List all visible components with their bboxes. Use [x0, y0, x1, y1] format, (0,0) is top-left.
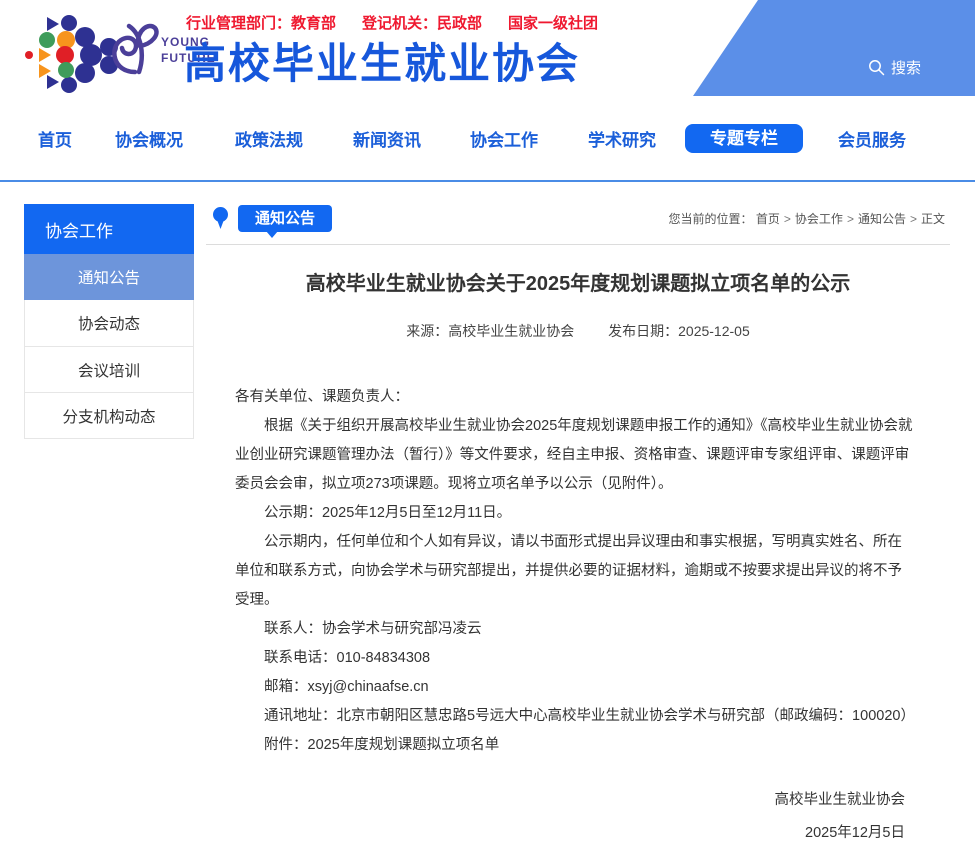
site-brand-title: 高校毕业生就业协会: [184, 30, 580, 91]
search-label: 搜索: [891, 57, 921, 78]
sidebar-title: 协会工作: [24, 204, 194, 254]
main-content: 通知公告 您当前的位置： 首页 > 协会工作 > 通知公告 > 正文 高校毕业生就业协会关于…: [206, 204, 950, 843]
breadcrumb: 您当前的位置： 首页 > 协会工作 > 通知公告 > 正文: [669, 210, 945, 227]
nav-item-about[interactable]: 协会概况: [115, 126, 183, 151]
article-paragraph: 根据《关于组织开展高校毕业生就业协会2025年度规划课题申报工作的通知》《高校毕…: [235, 412, 916, 499]
article-meta: 来源：高校毕业生就业协会 发布日期：2025-12-05: [206, 321, 950, 341]
nav-item-policy[interactable]: 政策法规: [235, 126, 303, 151]
nav-item-special-columns-active[interactable]: 专题专栏: [685, 124, 803, 153]
breadcrumb-prefix: 您当前的位置：: [669, 212, 753, 226]
nav-item-association-work[interactable]: 协会工作: [470, 126, 538, 151]
article-paragraph-email: 邮箱：xsyj@chinaafse.cn: [235, 673, 916, 702]
sidebar-item-meetings-training[interactable]: 会议培训: [25, 346, 193, 392]
breadcrumb-notices[interactable]: 通知公告: [858, 212, 906, 226]
breadcrumb-separator: >: [910, 212, 917, 226]
nav-item-news[interactable]: 新闻资讯: [353, 126, 421, 151]
article-paragraph-address: 通讯地址：北京市朝阳区慧忠路5号远大中心高校毕业生就业协会学术与研究部（邮政编码…: [235, 702, 916, 731]
article-paragraph: 公示期：2025年12月5日至12月11日。: [235, 499, 916, 528]
signature-date: 2025年12月5日: [206, 823, 905, 843]
article-paragraph-contact: 联系人：协会学术与研究部冯凌云: [235, 615, 916, 644]
article-paragraph-attachment: 附件：2025年度规划课题拟立项名单: [235, 731, 916, 760]
sidebar-item-branch-updates[interactable]: 分支机构动态: [25, 392, 193, 438]
sidebar-item-notices[interactable]: 通知公告: [24, 254, 194, 300]
sidebar-item-association-news[interactable]: 协会动态: [25, 300, 193, 346]
header-blue-banner: 搜索: [650, 0, 975, 96]
article-paragraph: 各有关单位、课题负责人：: [235, 383, 916, 412]
section-header-row: 通知公告 您当前的位置： 首页 > 协会工作 > 通知公告 > 正文: [206, 204, 950, 232]
page-layout: 协会工作 通知公告 协会动态 会议培训 分支机构动态 通知公告 您当前的位置： …: [0, 204, 975, 843]
article-body: 各有关单位、课题负责人： 根据《关于组织开展高校毕业生就业协会2025年度规划课…: [206, 383, 950, 760]
sidebar: 协会工作 通知公告 协会动态 会议培训 分支机构动态: [24, 204, 194, 439]
main-nav: 首页 协会概况 政策法规 新闻资讯 协会工作 学术研究 专题专栏 会员服务: [0, 96, 975, 182]
article-title: 高校毕业生就业协会关于2025年度规划课题拟立项名单的公示: [206, 269, 950, 299]
sidebar-list: 协会动态 会议培训 分支机构动态: [24, 300, 194, 439]
signature-org: 高校毕业生就业协会: [206, 790, 905, 810]
announcement-pin-icon: [213, 207, 228, 230]
article-signature: 高校毕业生就业协会 2025年12月5日: [206, 790, 950, 843]
nav-item-home[interactable]: 首页: [38, 126, 72, 151]
article-publish-date: 发布日期：2025-12-05: [608, 323, 750, 339]
breadcrumb-current: 正文: [921, 212, 945, 226]
nav-item-academic[interactable]: 学术研究: [588, 126, 656, 151]
article-source: 来源：高校毕业生就业协会: [406, 323, 574, 339]
search-icon: [868, 59, 885, 76]
breadcrumb-home[interactable]: 首页: [756, 212, 780, 226]
site-header: YOUNG FUTURE 行业管理部门：教育部登记机关：民政部国家一级社团 高校…: [0, 0, 975, 96]
breadcrumb-separator: >: [847, 212, 854, 226]
breadcrumb-separator: >: [784, 212, 791, 226]
nav-item-member-services[interactable]: 会员服务: [838, 126, 906, 151]
search-button[interactable]: 搜索: [868, 57, 921, 78]
section-badge[interactable]: 通知公告: [238, 205, 332, 232]
article-paragraph: 公示期内，任何单位和个人如有异议，请以书面形式提出异议理由和事实根据，写明真实姓…: [235, 528, 916, 615]
breadcrumb-association-work[interactable]: 协会工作: [795, 212, 843, 226]
article-paragraph-phone: 联系电话：010-84834308: [235, 644, 916, 673]
section-divider: [206, 244, 950, 245]
